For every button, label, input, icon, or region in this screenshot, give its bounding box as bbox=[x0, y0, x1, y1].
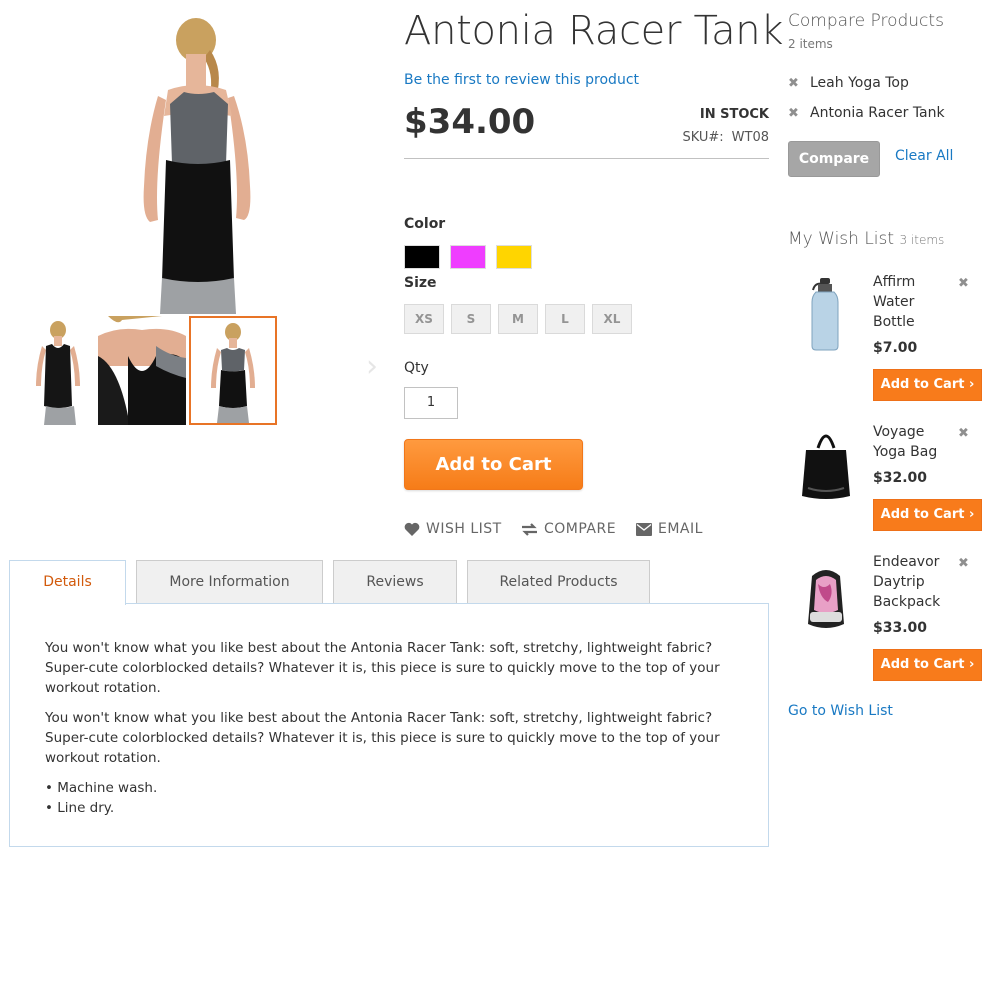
color-label: Color bbox=[404, 216, 446, 232]
add-to-wishlist-link[interactable]: WISH LIST bbox=[404, 521, 502, 537]
list-item: • Line dry. bbox=[45, 800, 115, 816]
color-swatch-pink[interactable] bbox=[450, 245, 486, 269]
add-to-cart-button[interactable]: Add to Cart bbox=[404, 439, 583, 490]
wishlist-item-image-water-bottle[interactable] bbox=[796, 276, 856, 356]
go-to-wishlist-link[interactable]: Go to Wish List bbox=[788, 703, 893, 719]
wishlist-item-image-backpack[interactable] bbox=[796, 562, 856, 642]
product-price: $34.00 bbox=[404, 102, 536, 142]
qty-label: Qty bbox=[404, 360, 429, 376]
wishlist-add-to-cart-button[interactable]: Add to Cart › bbox=[873, 499, 982, 531]
tab-related-products[interactable]: Related Products bbox=[467, 560, 650, 604]
main-product-image[interactable] bbox=[118, 10, 272, 314]
heart-icon bbox=[404, 522, 420, 536]
wishlist-title-text: My Wish List bbox=[788, 229, 895, 249]
remove-icon[interactable]: ✖ bbox=[788, 106, 810, 121]
remove-icon[interactable]: ✖ bbox=[958, 426, 969, 441]
compare-item: ✖ Leah Yoga Top bbox=[788, 75, 909, 91]
gallery-thumbnail-closeup[interactable] bbox=[98, 316, 186, 425]
sku: SKU#: WT08 bbox=[650, 130, 769, 145]
gallery-next-icon[interactable]: › bbox=[366, 352, 380, 382]
tab-details[interactable]: Details bbox=[9, 560, 126, 605]
add-to-compare-link[interactable]: COMPARE bbox=[521, 521, 616, 537]
size-option-s[interactable]: S bbox=[451, 304, 491, 334]
wishlist-item-name[interactable]: Endeavor Daytrip Backpack bbox=[873, 552, 953, 612]
compare-button[interactable]: Compare bbox=[788, 141, 880, 177]
gallery-thumbnail-back[interactable] bbox=[189, 316, 277, 425]
compare-count: 2 items bbox=[788, 37, 833, 51]
details-tab-panel: You won't know what you like best about … bbox=[9, 603, 769, 847]
compare-item-name[interactable]: Antonia Racer Tank bbox=[810, 105, 945, 121]
sku-label: SKU#: bbox=[682, 130, 724, 145]
remove-icon[interactable]: ✖ bbox=[958, 556, 969, 571]
wishlist-item-name[interactable]: Voyage Yoga Bag bbox=[873, 422, 953, 462]
compare-products-title: Compare Products bbox=[788, 11, 944, 31]
sku-value: WT08 bbox=[731, 130, 769, 145]
list-item: • Machine wash. bbox=[45, 780, 158, 796]
color-swatch-black[interactable] bbox=[404, 245, 440, 269]
size-option-l[interactable]: L bbox=[545, 304, 585, 334]
stock-status: IN STOCK bbox=[699, 107, 769, 122]
compare-item: ✖ Antonia Racer Tank bbox=[788, 105, 945, 121]
wishlist-add-to-cart-button[interactable]: Add to Cart › bbox=[873, 369, 982, 401]
wishlist-item-price: $7.00 bbox=[873, 340, 918, 356]
size-option-m[interactable]: M bbox=[498, 304, 538, 334]
email-friend-link[interactable]: EMAIL bbox=[636, 521, 703, 537]
email-label: EMAIL bbox=[658, 521, 703, 537]
qty-input[interactable]: 1 bbox=[404, 387, 458, 419]
remove-icon[interactable]: ✖ bbox=[788, 76, 810, 91]
wishlist-label: WISH LIST bbox=[426, 521, 502, 537]
gallery-thumbnail-front[interactable] bbox=[14, 316, 102, 425]
tab-reviews[interactable]: Reviews bbox=[333, 560, 457, 604]
compare-item-name[interactable]: Leah Yoga Top bbox=[810, 75, 909, 91]
size-label: Size bbox=[404, 275, 437, 291]
wishlist-title: My Wish List 3 items bbox=[788, 229, 944, 249]
wishlist-count: 3 items bbox=[899, 233, 945, 247]
compare-label: COMPARE bbox=[544, 521, 617, 537]
envelope-icon bbox=[636, 522, 652, 536]
divider bbox=[404, 158, 769, 159]
description-paragraph: You won't know what you like best about … bbox=[45, 710, 720, 766]
description-paragraph: You won't know what you like best about … bbox=[45, 640, 720, 696]
product-title: Antonia Racer Tank bbox=[404, 8, 784, 54]
wishlist-item-name[interactable]: Affirm Water Bottle bbox=[873, 272, 953, 332]
wishlist-add-to-cart-button[interactable]: Add to Cart › bbox=[873, 649, 982, 681]
wishlist-item-price: $33.00 bbox=[873, 620, 928, 636]
size-option-xs[interactable]: XS bbox=[404, 304, 444, 334]
wishlist-item-price: $32.00 bbox=[873, 470, 928, 486]
remove-icon[interactable]: ✖ bbox=[958, 276, 969, 291]
care-list: • Machine wash. • Line dry. bbox=[45, 778, 733, 818]
wishlist-item-image-yoga-bag[interactable] bbox=[796, 428, 856, 508]
tab-more-information[interactable]: More Information bbox=[136, 560, 323, 604]
clear-all-link[interactable]: Clear All bbox=[895, 148, 953, 164]
review-link[interactable]: Be the first to review this product bbox=[404, 72, 639, 88]
size-option-xl[interactable]: XL bbox=[592, 304, 632, 334]
color-swatch-yellow[interactable] bbox=[496, 245, 532, 269]
compare-arrows-icon bbox=[522, 522, 537, 536]
